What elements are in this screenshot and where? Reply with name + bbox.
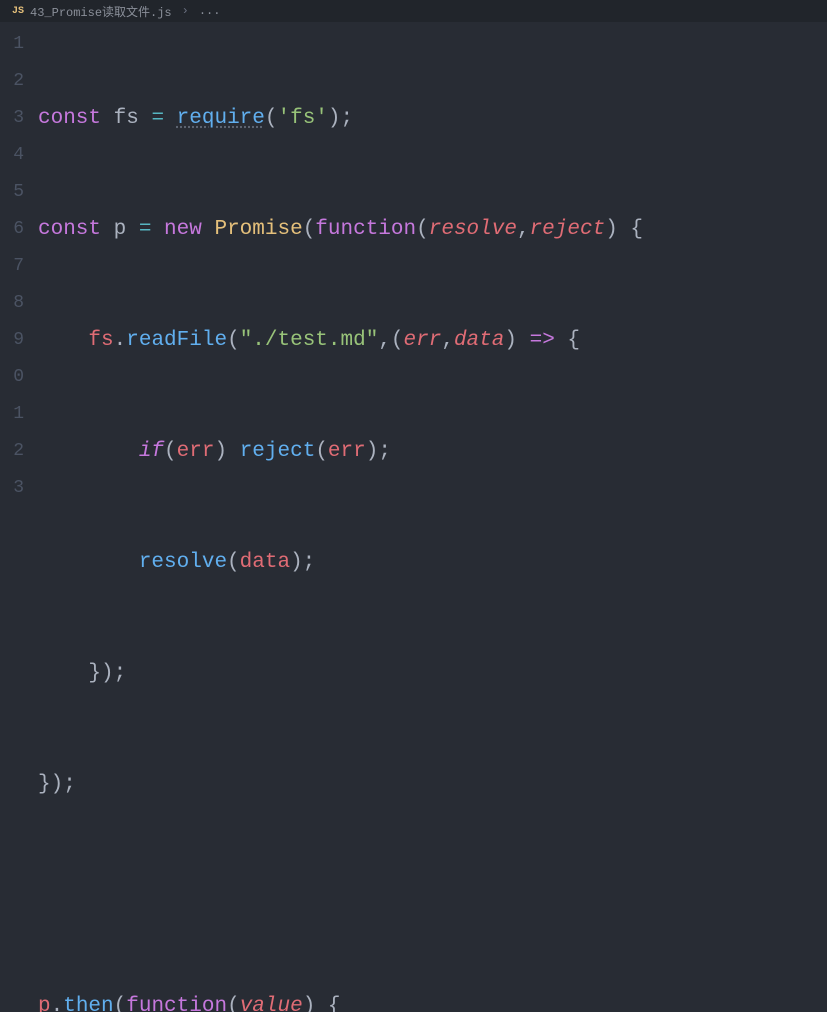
line-number: 6: [0, 211, 30, 248]
line-number: 8: [0, 285, 30, 322]
line-number: 2: [0, 433, 30, 470]
line-number: 4: [0, 137, 30, 174]
code-area[interactable]: const fs = require('fs'); const p = new …: [30, 22, 643, 506]
code-line: resolve(data);: [38, 544, 643, 581]
code-editor[interactable]: 1 2 3 4 5 6 7 8 9 0 1 2 3 const fs = req…: [0, 22, 827, 506]
editor-tab[interactable]: JS 43_Promise读取文件.js › ...: [4, 0, 228, 22]
js-file-icon: JS: [12, 6, 24, 17]
code-line: [38, 877, 643, 914]
code-line: p.then(function(value) {: [38, 988, 643, 1012]
tab-filename: 43_Promise读取文件.js: [30, 3, 172, 20]
tab-bar: JS 43_Promise读取文件.js › ...: [0, 0, 827, 22]
line-number: 5: [0, 174, 30, 211]
line-number: 3: [0, 470, 30, 507]
chevron-right-icon: ›: [178, 4, 193, 18]
code-line: const p = new Promise(function(resolve,r…: [38, 211, 643, 248]
line-number: 9: [0, 322, 30, 359]
breadcrumb-trail: ...: [199, 4, 221, 18]
code-line: });: [38, 766, 643, 803]
line-number: 3: [0, 100, 30, 137]
line-number: 1: [0, 26, 30, 63]
line-number-gutter: 1 2 3 4 5 6 7 8 9 0 1 2 3: [0, 22, 30, 506]
code-line: if(err) reject(err);: [38, 433, 643, 470]
line-number: 1: [0, 396, 30, 433]
code-line: });: [38, 655, 643, 692]
line-number: 2: [0, 63, 30, 100]
line-number: 7: [0, 248, 30, 285]
code-line: const fs = require('fs');: [38, 100, 643, 137]
code-line: fs.readFile("./test.md",(err,data) => {: [38, 322, 643, 359]
line-number: 0: [0, 359, 30, 396]
